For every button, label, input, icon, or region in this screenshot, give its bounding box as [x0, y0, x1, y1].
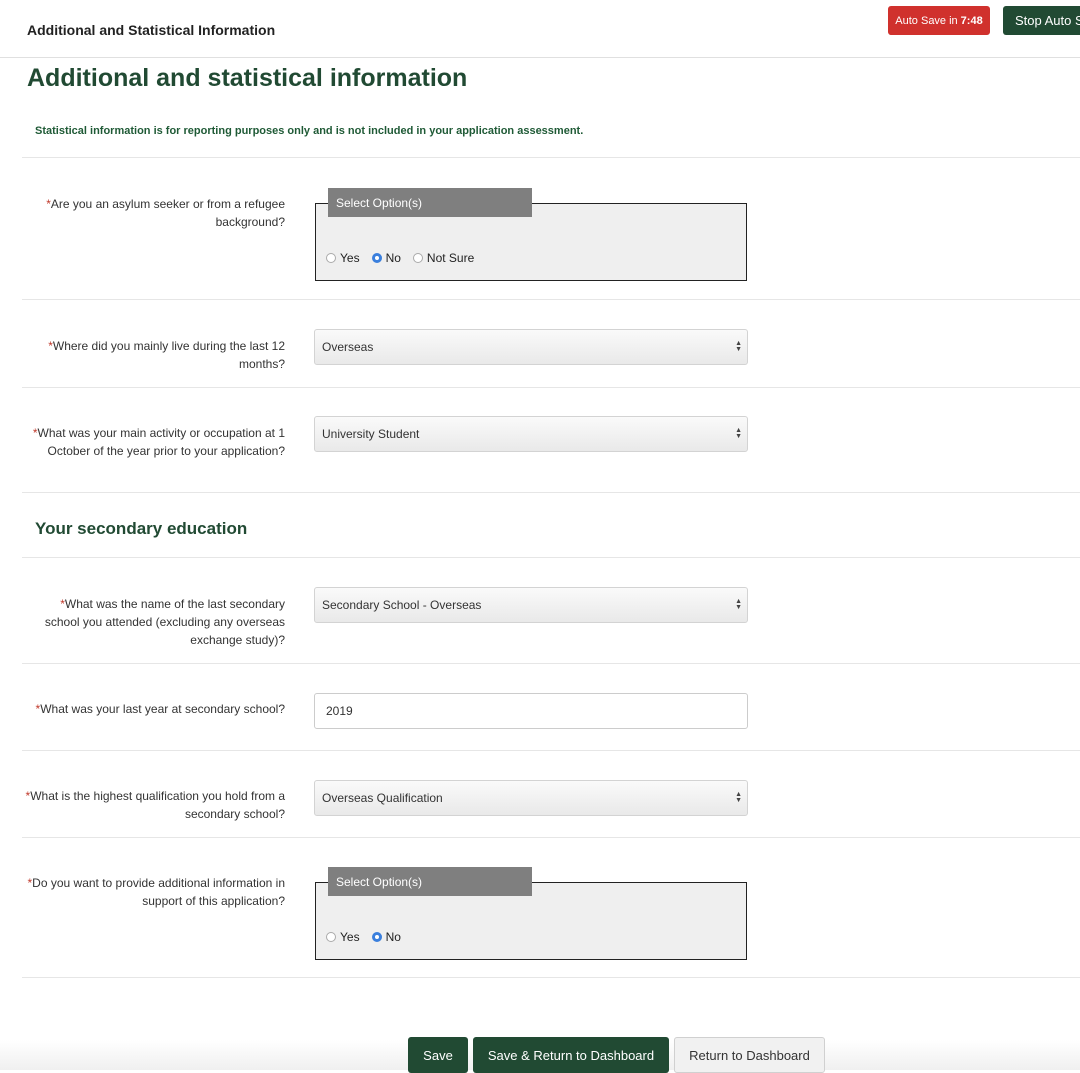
autosave-prefix: Auto Save in — [895, 14, 958, 27]
secondary-education-heading: Your secondary education — [35, 519, 248, 538]
autosave-time: 7:48 — [960, 14, 983, 27]
divider — [22, 492, 1080, 493]
radio-button[interactable] — [412, 253, 423, 263]
save-return-dashboard-button[interactable]: Save & Return to Dashboard — [473, 1037, 669, 1073]
divider — [22, 387, 1080, 388]
asylum-option-not-sure[interactable]: Not Sure — [412, 251, 474, 265]
stop-autosave-button[interactable]: Stop Auto S — [1003, 6, 1080, 35]
last-year-question-label: *What was your last year at secondary sc… — [35, 702, 285, 716]
divider — [22, 157, 1080, 158]
return-dashboard-button[interactable]: Return to Dashboard — [674, 1037, 825, 1073]
residence-select[interactable]: Overseas ▲ ▼ — [314, 329, 748, 365]
radio-button-checked[interactable] — [371, 253, 382, 263]
divider — [22, 750, 1080, 751]
residence-question-label: *Where did you mainly live during the la… — [48, 339, 285, 371]
additional-info-question-label: *Do you want to provide additional infor… — [27, 876, 286, 908]
page-title: Additional and statistical information — [27, 64, 468, 92]
last-year-input[interactable]: 2019 — [314, 693, 748, 729]
additional-info-option-yes[interactable]: Yes — [326, 930, 360, 944]
save-button[interactable]: Save — [408, 1037, 468, 1073]
radio-button-checked[interactable] — [371, 932, 382, 942]
asylum-option-no[interactable]: No — [371, 251, 401, 265]
occupation-select[interactable]: University Student ▲ ▼ — [314, 416, 748, 452]
select-arrows-icon: ▲ ▼ — [735, 340, 742, 353]
additional-info-legend: Select Option(s) — [328, 867, 532, 896]
divider — [22, 299, 1080, 300]
asylum-options: Yes No Not Sure — [326, 251, 486, 265]
select-arrows-icon: ▲ ▼ — [735, 598, 742, 611]
additional-info-option-no[interactable]: No — [371, 930, 401, 944]
divider — [22, 977, 1080, 978]
select-arrows-icon: ▲ ▼ — [735, 427, 742, 440]
select-arrows-icon: ▲ ▼ — [735, 791, 742, 804]
top-bar: Additional and Statistical Information A… — [0, 0, 1080, 58]
autosave-countdown-badge: Auto Save in 7:48 — [888, 6, 990, 35]
additional-info-radio-group: Select Option(s) Yes No — [315, 867, 747, 960]
additional-info-options: Yes No — [326, 930, 413, 944]
asylum-legend: Select Option(s) — [328, 188, 532, 217]
divider — [22, 557, 1080, 558]
statistical-note: Statistical information is for reporting… — [35, 125, 584, 137]
school-select[interactable]: Secondary School - Overseas ▲ ▼ — [314, 587, 748, 623]
radio-button[interactable] — [326, 932, 336, 942]
divider — [22, 837, 1080, 838]
asylum-radio-group: Select Option(s) Yes No Not Sure — [315, 188, 747, 281]
top-bar-title: Additional and Statistical Information — [27, 22, 276, 38]
qualification-select[interactable]: Overseas Qualification ▲ ▼ — [314, 780, 748, 816]
qualification-question-label: *What is the highest qualification you h… — [25, 789, 285, 821]
divider — [22, 663, 1080, 664]
asylum-option-yes[interactable]: Yes — [326, 251, 360, 265]
occupation-question-label: *What was your main activity or occupati… — [32, 426, 285, 458]
radio-button[interactable] — [326, 253, 336, 263]
school-question-label: *What was the name of the last secondary… — [44, 597, 285, 647]
asylum-question-label: *Are you an asylum seeker or from a refu… — [46, 197, 285, 229]
